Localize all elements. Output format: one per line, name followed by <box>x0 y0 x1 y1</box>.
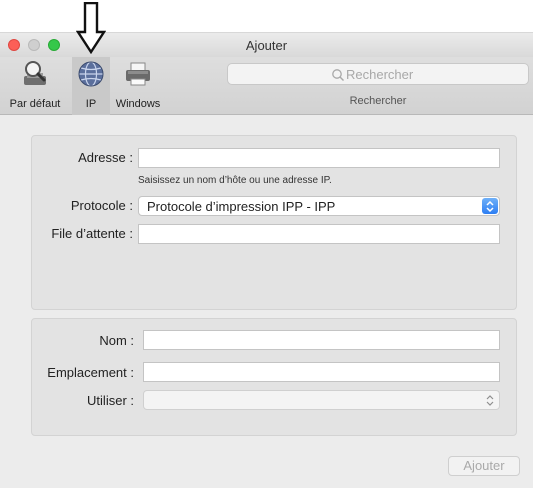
tab-windows[interactable]: Windows <box>110 57 166 115</box>
add-button[interactable]: Ajouter <box>448 456 520 476</box>
use-select[interactable] <box>143 390 500 410</box>
chevron-updown-icon <box>486 395 494 406</box>
search-placeholder: Rechercher <box>346 67 414 82</box>
tab-default[interactable]: Par défaut <box>0 57 70 115</box>
magnifier-printer-icon <box>24 61 46 85</box>
name-field[interactable] <box>143 330 500 350</box>
toolbar: Par défaut IP Windows Rechercher Recherc… <box>0 57 533 115</box>
queue-label: File d’attente : <box>51 226 133 241</box>
printer-icon <box>126 62 150 86</box>
protocol-select[interactable]: Protocole d’impression IPP - IPP <box>138 196 500 216</box>
search-field[interactable]: Rechercher <box>227 63 529 85</box>
search-caption: Rechercher <box>349 95 407 107</box>
search-icon <box>332 69 344 81</box>
queue-field[interactable] <box>138 224 500 244</box>
tab-windows-label: Windows <box>115 98 161 110</box>
tab-ip-label: IP <box>85 98 97 110</box>
protocol-label: Protocole : <box>70 198 133 213</box>
protocol-select-value: Protocole d’impression IPP - IPP <box>147 199 336 214</box>
address-hint: Saisissez un nom d’hôte ou une adresse I… <box>138 175 332 186</box>
location-field[interactable] <box>143 362 500 382</box>
chevron-updown-icon <box>482 198 498 214</box>
address-label: Adresse : <box>78 150 133 165</box>
tab-ip[interactable]: IP <box>72 57 110 115</box>
address-field[interactable] <box>138 148 500 168</box>
tab-default-label: Par défaut <box>9 98 61 110</box>
name-label: Nom : <box>99 333 134 348</box>
down-arrow-icon <box>76 2 106 54</box>
use-label: Utiliser : <box>87 393 134 408</box>
location-label: Emplacement : <box>47 365 134 380</box>
globe-icon <box>78 61 104 87</box>
